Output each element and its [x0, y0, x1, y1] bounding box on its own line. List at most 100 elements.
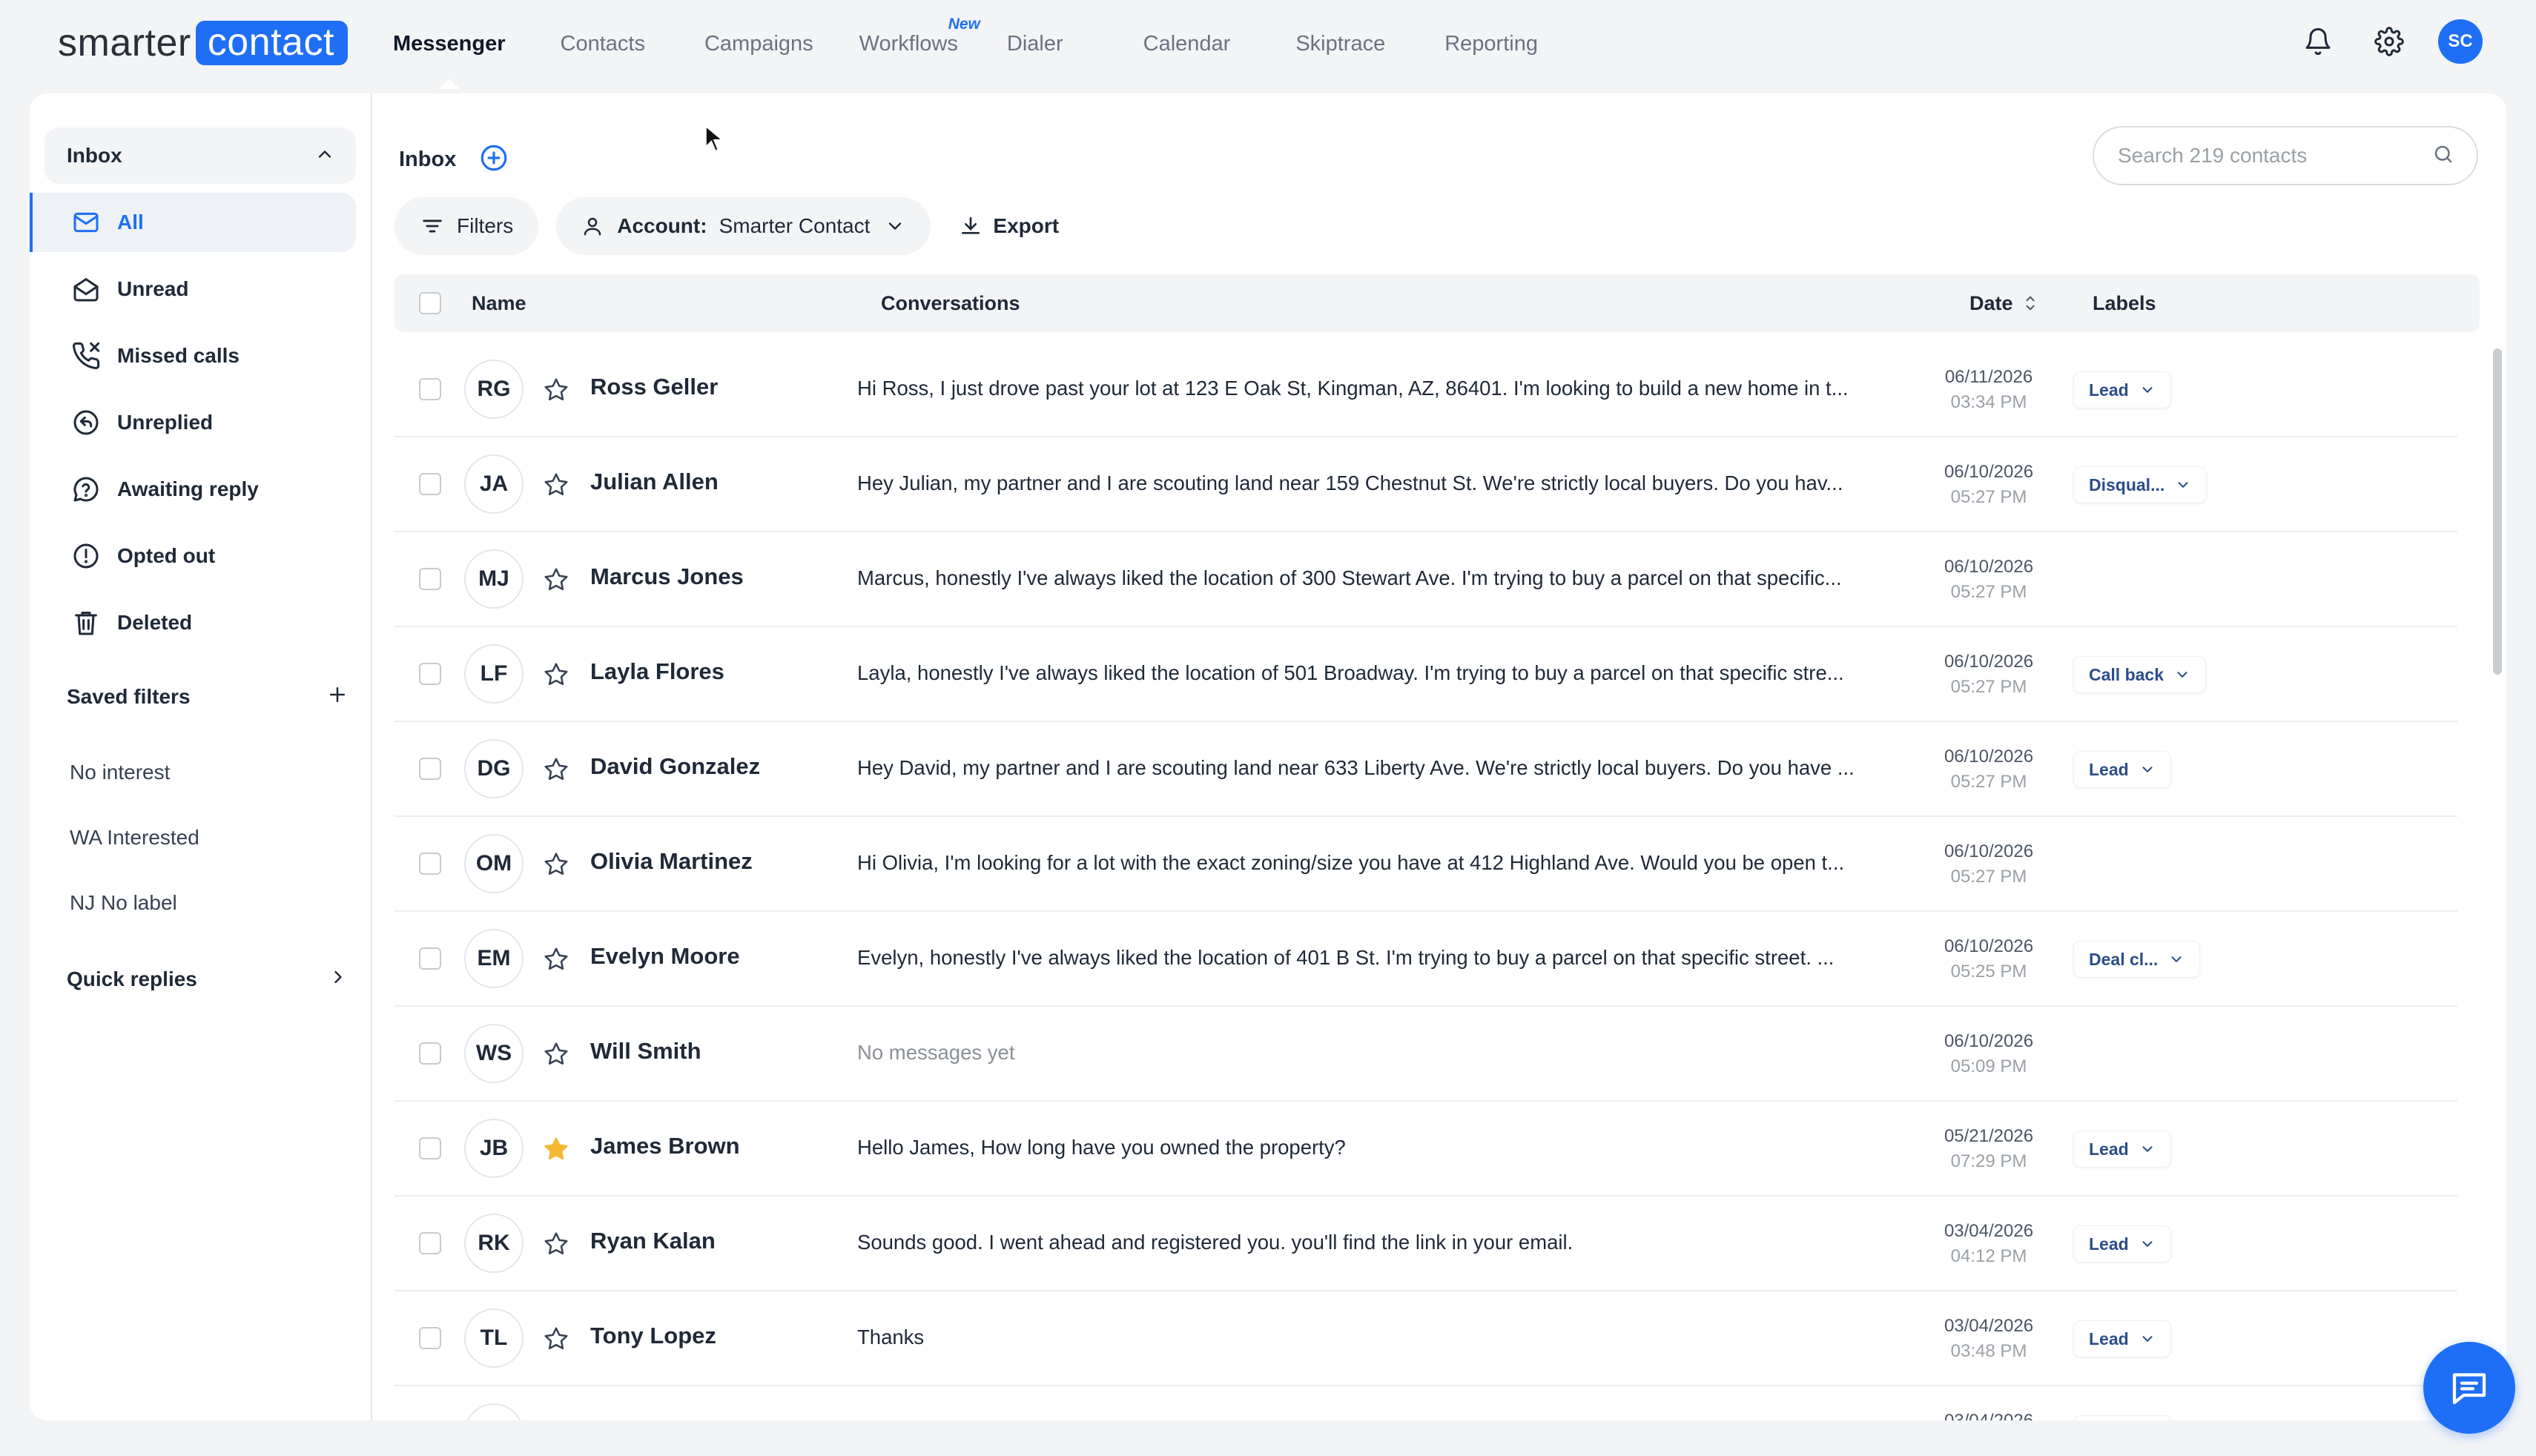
sidebar-item-missed-calls[interactable]: Missed calls — [30, 326, 371, 385]
row-checkbox[interactable] — [419, 758, 441, 780]
row-checkbox[interactable] — [419, 378, 441, 400]
contact-search[interactable] — [2093, 126, 2478, 185]
row-checkbox[interactable] — [419, 1137, 441, 1159]
star-filled-icon[interactable] — [543, 1136, 569, 1162]
add-saved-filter-plus-icon[interactable] — [326, 684, 349, 709]
last-message-preview[interactable]: No messages yet — [857, 1041, 1910, 1065]
star-icon[interactable] — [543, 1231, 569, 1257]
table-row[interactable]: JB James Brown Hello James, How long hav… — [394, 1102, 2457, 1197]
scrollbar-thumb[interactable] — [2493, 348, 2502, 675]
nav-contacts[interactable]: Contacts — [561, 32, 645, 56]
column-header-date[interactable]: Date — [1969, 274, 2038, 332]
sidebar-item-unread[interactable]: Unread — [30, 259, 371, 319]
quick-replies-header[interactable]: Quick replies — [67, 967, 349, 991]
contact-name[interactable]: Layla Flores — [590, 658, 724, 685]
search-input[interactable] — [2116, 143, 2432, 168]
label-dropdown[interactable]: Disqual... — [2073, 466, 2208, 503]
row-checkbox[interactable] — [419, 568, 441, 590]
nav-skiptrace[interactable]: Skiptrace — [1295, 32, 1385, 56]
label-dropdown[interactable]: Lead — [2073, 371, 2171, 408]
last-message-preview[interactable]: Hey Julian, my partner and I are scoutin… — [857, 471, 1910, 495]
star-icon[interactable] — [543, 1326, 569, 1352]
table-row[interactable]: SS Sam Stichnote Yeah 03/04/2026 Lead — [394, 1386, 2457, 1420]
export-button[interactable]: Export — [948, 197, 1069, 255]
star-icon[interactable] — [543, 851, 569, 878]
label-dropdown[interactable]: Lead — [2073, 1225, 2171, 1263]
column-header-name[interactable]: Name — [472, 274, 526, 332]
contact-name[interactable]: Julian Allen — [590, 469, 719, 495]
row-checkbox[interactable] — [419, 947, 441, 970]
saved-filter-nj-no-label[interactable]: NJ No label — [70, 891, 177, 915]
table-row[interactable]: RG Ross Geller Hi Ross, I just drove pas… — [394, 343, 2457, 437]
label-dropdown[interactable]: Deal cl... — [2073, 941, 2201, 978]
notifications-bell-icon[interactable] — [2294, 18, 2342, 65]
user-menu[interactable]: SC — [2437, 18, 2484, 65]
add-circle-icon[interactable] — [478, 142, 509, 177]
nav-dialer[interactable]: Dialer — [1007, 32, 1063, 56]
label-dropdown[interactable]: Call back — [2073, 656, 2206, 693]
smarter-contact-logo[interactable]: smarter contact — [58, 21, 348, 65]
nav-reporting[interactable]: Reporting — [1444, 32, 1538, 56]
settings-gear-icon[interactable] — [2365, 18, 2413, 65]
filters-button[interactable]: Filters — [394, 197, 539, 255]
last-message-preview[interactable]: Sounds good. I went ahead and registered… — [857, 1231, 1910, 1254]
last-message-preview[interactable]: Marcus, honestly I've always liked the l… — [857, 566, 1910, 590]
star-icon[interactable] — [543, 946, 569, 973]
last-message-preview[interactable]: Thanks — [857, 1326, 1910, 1349]
contact-name[interactable]: Marcus Jones — [590, 563, 744, 590]
sidebar-item-awaiting-reply[interactable]: Awaiting reply — [30, 460, 371, 519]
label-dropdown[interactable]: Lead — [2073, 1131, 2171, 1168]
contact-name[interactable]: Evelyn Moore — [590, 943, 740, 970]
support-chat-button[interactable] — [2423, 1342, 2515, 1434]
row-checkbox[interactable] — [419, 663, 441, 685]
label-dropdown[interactable]: Lead — [2073, 1320, 2171, 1357]
table-row[interactable]: EM Evelyn Moore Evelyn, honestly I've al… — [394, 912, 2457, 1007]
last-message-preview[interactable]: Layla, honestly I've always liked the lo… — [857, 661, 1910, 685]
saved-filter-no-interest[interactable]: No interest — [70, 761, 170, 784]
sidebar-item-deleted[interactable]: Deleted — [30, 593, 371, 652]
account-dropdown[interactable]: Account: Smarter Contact — [556, 197, 931, 255]
nav-campaigns[interactable]: Campaigns — [704, 32, 813, 56]
table-row[interactable]: LF Layla Flores Layla, honestly I've alw… — [394, 627, 2457, 722]
nav-messenger[interactable]: Messenger — [393, 32, 506, 89]
contact-name[interactable]: Ryan Kalan — [590, 1228, 716, 1254]
star-icon[interactable] — [543, 471, 569, 498]
inbox-section-toggle[interactable]: Inbox — [44, 128, 356, 184]
sidebar-item-all[interactable]: All — [30, 193, 356, 252]
contact-name[interactable]: Sam Stichnote — [590, 1417, 750, 1420]
contact-name[interactable]: Ross Geller — [590, 374, 718, 400]
contact-name[interactable]: Will Smith — [590, 1038, 701, 1065]
last-message-preview[interactable]: Hi Olivia, I'm looking for a lot with th… — [857, 851, 1910, 875]
star-icon[interactable] — [543, 377, 569, 403]
table-row[interactable]: RK Ryan Kalan Sounds good. I went ahead … — [394, 1197, 2457, 1291]
sidebar-item-opted-out[interactable]: Opted out — [30, 526, 371, 586]
row-checkbox[interactable] — [419, 1327, 441, 1349]
table-row[interactable]: WS Will Smith No messages yet 06/10/2026… — [394, 1007, 2457, 1102]
nav-workflows[interactable]: Workflows New — [859, 16, 980, 56]
contact-name[interactable]: Tony Lopez — [590, 1323, 716, 1349]
saved-filter-wa-interested[interactable]: WA Interested — [70, 826, 199, 850]
row-checkbox[interactable] — [419, 1232, 441, 1254]
contact-name[interactable]: Olivia Martinez — [590, 848, 753, 875]
star-icon[interactable] — [543, 1041, 569, 1068]
select-all-checkbox[interactable] — [419, 292, 441, 314]
table-row[interactable]: JA Julian Allen Hey Julian, my partner a… — [394, 437, 2457, 532]
row-checkbox[interactable] — [419, 1042, 441, 1065]
label-dropdown[interactable]: Lead — [2073, 751, 2171, 788]
search-icon[interactable] — [2432, 143, 2454, 169]
row-checkbox[interactable] — [419, 853, 441, 875]
nav-calendar[interactable]: Calendar — [1143, 32, 1231, 56]
star-icon[interactable] — [543, 661, 569, 688]
table-row[interactable]: TL Tony Lopez Thanks 03/04/2026 03:48 PM… — [394, 1291, 2457, 1386]
contact-name[interactable]: James Brown — [590, 1133, 740, 1159]
last-message-preview[interactable]: Evelyn, honestly I've always liked the l… — [857, 946, 1910, 970]
contact-name[interactable]: David Gonzalez — [590, 753, 760, 780]
last-message-preview[interactable]: Hello James, How long have you owned the… — [857, 1136, 1910, 1159]
table-row[interactable]: DG David Gonzalez Hey David, my partner … — [394, 722, 2457, 817]
star-icon[interactable] — [543, 756, 569, 783]
last-message-preview[interactable]: Hey David, my partner and I are scouting… — [857, 756, 1910, 780]
sidebar-item-unreplied[interactable]: Unreplied — [30, 393, 371, 452]
row-checkbox[interactable] — [419, 473, 441, 495]
star-icon[interactable] — [543, 566, 569, 593]
last-message-preview[interactable]: Hi Ross, I just drove past your lot at 1… — [857, 377, 1910, 400]
